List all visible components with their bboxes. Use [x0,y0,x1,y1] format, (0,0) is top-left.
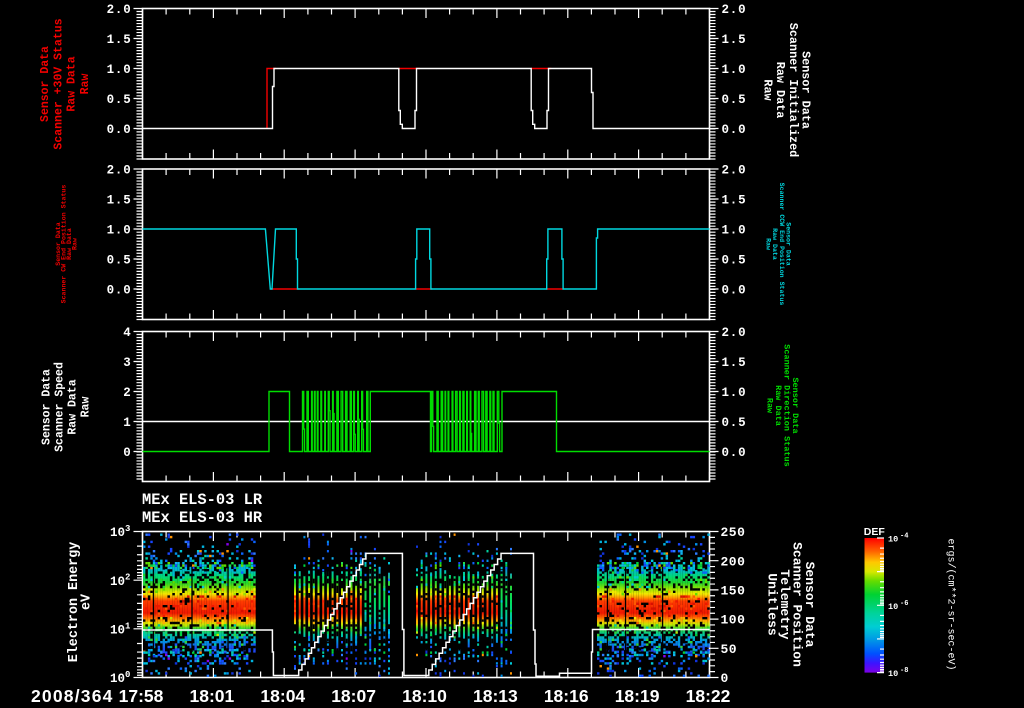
svg-text:-4: -4 [900,533,908,541]
svg-text:3: 3 [123,356,131,370]
svg-text:50: 50 [721,642,738,657]
svg-text:10: 10 [888,669,898,679]
svg-text:1: 1 [123,416,131,430]
svg-text:Unitless: Unitless [765,573,780,636]
svg-text:1: 1 [125,621,131,631]
svg-text:10: 10 [888,602,898,612]
svg-text:Scanner +30V Status: Scanner +30V Status [52,18,65,149]
svg-text:0.0: 0.0 [722,123,747,137]
svg-text:0.0: 0.0 [107,123,132,137]
svg-text:4: 4 [123,326,131,340]
svg-text:Raw: Raw [79,74,92,95]
svg-text:1.0: 1.0 [107,63,132,77]
svg-text:10: 10 [110,575,125,589]
svg-text:ergs/(cm**2-sr-sec-eV): ergs/(cm**2-sr-sec-eV) [945,538,957,670]
svg-text:250: 250 [721,525,746,540]
svg-text:1.5: 1.5 [107,194,132,208]
svg-text:10: 10 [888,535,898,545]
svg-text:2008/364: 2008/364 [31,686,114,706]
svg-text:1.0: 1.0 [107,224,132,238]
svg-text:MEx ELS-03 LR: MEx ELS-03 LR [142,491,263,509]
svg-text:0.5: 0.5 [107,93,132,107]
svg-text:0.5: 0.5 [722,93,747,107]
svg-text:10: 10 [110,672,125,686]
svg-text:0.0: 0.0 [107,284,132,298]
svg-text:3: 3 [125,524,130,534]
svg-text:0: 0 [125,670,130,680]
svg-text:0.5: 0.5 [107,254,132,268]
svg-text:0.0: 0.0 [722,446,747,460]
svg-text:10: 10 [110,526,125,540]
svg-text:100: 100 [721,613,746,628]
svg-text:2.0: 2.0 [722,164,747,178]
svg-text:Raw: Raw [765,398,775,414]
svg-text:18:01: 18:01 [190,686,235,706]
svg-text:2.0: 2.0 [107,3,132,17]
svg-text:1.0: 1.0 [722,63,747,77]
svg-text:18:07: 18:07 [331,686,376,706]
svg-text:2.0: 2.0 [722,326,747,340]
svg-text:eV: eV [80,593,95,610]
svg-text:1.5: 1.5 [722,194,747,208]
svg-text:-8: -8 [900,667,908,675]
svg-text:1.0: 1.0 [722,386,747,400]
svg-text:18:22: 18:22 [686,686,731,706]
svg-text:17:58: 17:58 [119,686,164,706]
svg-text:0: 0 [123,446,131,460]
svg-text:2.0: 2.0 [107,164,132,178]
svg-text:18:16: 18:16 [544,686,589,706]
svg-text:200: 200 [721,554,746,569]
svg-text:1.5: 1.5 [722,33,747,47]
svg-text:Raw: Raw [760,79,774,101]
svg-text:18:04: 18:04 [260,686,305,706]
svg-text:1.0: 1.0 [722,224,747,238]
svg-text:0.0: 0.0 [722,284,747,298]
svg-text:Sensor Data: Sensor Data [39,46,52,122]
svg-text:2: 2 [123,386,131,400]
svg-text:0.5: 0.5 [722,254,747,268]
svg-text:-6: -6 [900,600,908,608]
svg-text:1.5: 1.5 [107,33,132,47]
svg-text:Scanner Speed: Scanner Speed [53,362,66,452]
svg-text:Raw: Raw [765,238,772,250]
svg-text:10: 10 [110,623,125,637]
svg-text:18:19: 18:19 [615,686,660,706]
svg-text:18:10: 18:10 [402,686,447,706]
svg-text:0: 0 [721,671,729,686]
svg-text:2: 2 [125,573,130,583]
svg-text:150: 150 [721,584,746,599]
svg-text:2.0: 2.0 [722,3,747,17]
svg-text:Raw: Raw [71,238,78,250]
svg-text:Sensor Data: Sensor Data [40,369,53,445]
svg-text:1.5: 1.5 [722,356,747,370]
svg-text:Raw: Raw [79,397,92,418]
svg-text:18:13: 18:13 [473,686,518,706]
svg-text:Raw Data: Raw Data [66,56,79,111]
svg-text:Raw Data: Raw Data [66,379,79,434]
svg-text:DEF: DEF [864,526,886,538]
svg-text:MEx ELS-03 HR: MEx ELS-03 HR [142,509,263,527]
svg-text:0.5: 0.5 [722,416,747,430]
